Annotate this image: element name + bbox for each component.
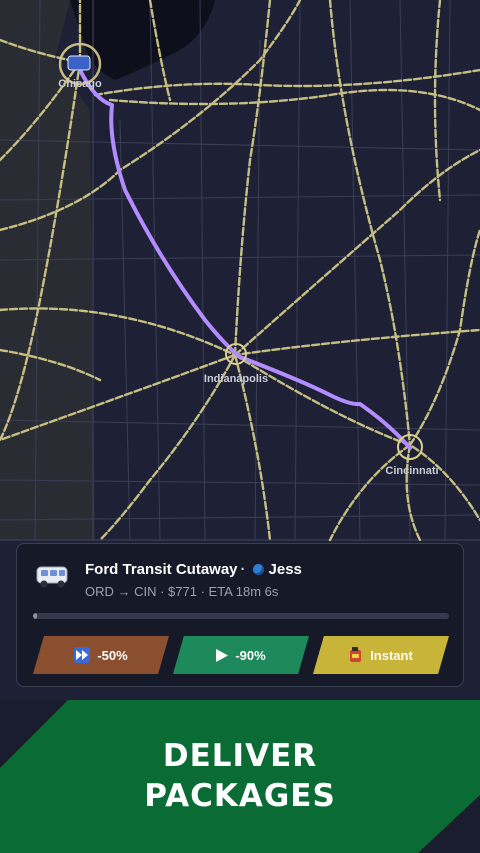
driver-name: Jess [268,561,302,578]
promo-line-2: PACKAGES [144,778,336,814]
delivery-title: Ford Transit Cutaway · Jess [85,561,302,578]
instant-delivery-button[interactable]: Instant [313,636,449,674]
speed-up-90-label: -90% [235,647,266,663]
van-icon [36,566,68,588]
city-label-cincinnati: Cincinnati [385,465,438,477]
city-label-indianapolis: Indianapolis [204,373,268,385]
delivery-details: ORD → CIN · $771 · ETA 18m 6s [85,584,279,599]
city-label-chicago: Chicago [58,78,102,90]
play-icon [216,648,229,662]
delivery-progress-bar [33,613,449,619]
promo-line-1: DELIVER [162,738,318,774]
promo-headline: DELIVER PACKAGES [0,736,480,816]
vehicle-name: Ford Transit Cutaway [85,561,238,578]
speed-up-90-button[interactable]: -90% [173,636,309,674]
speed-up-50-button[interactable]: -50% [33,636,169,674]
fast-forward-icon [74,647,91,663]
fuel-can-icon [349,647,363,663]
delivery-progress-fill [33,613,38,619]
van-marker-icon[interactable] [67,55,91,71]
title-separator: · [240,561,246,578]
speed-up-50-label: -50% [97,647,128,663]
driver-helmet-icon [252,564,264,575]
delivery-card[interactable]: Ford Transit Cutaway · Jess ORD → CIN · $7… [16,543,464,687]
instant-delivery-label: Instant [370,647,413,663]
